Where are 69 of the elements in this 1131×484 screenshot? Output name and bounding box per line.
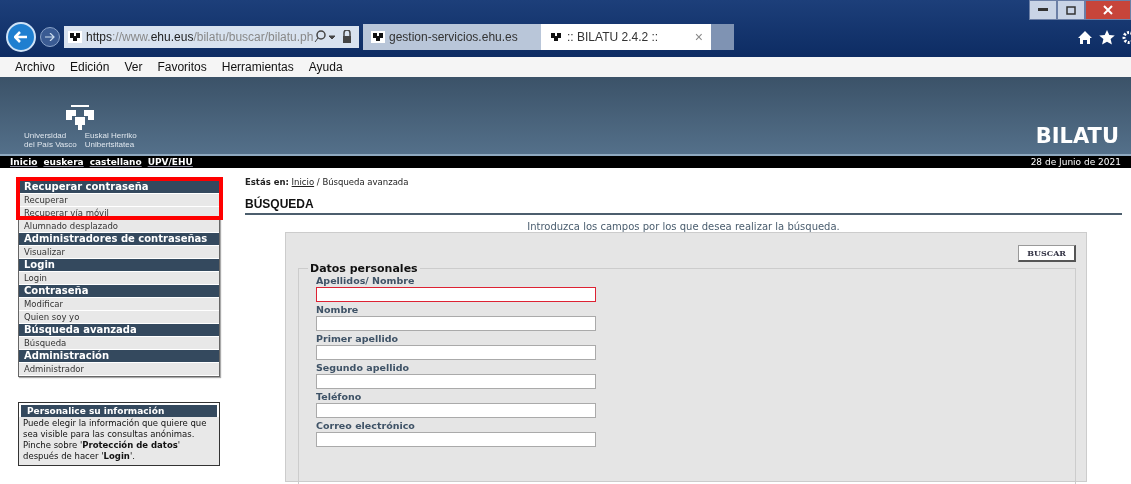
input-field[interactable]	[316, 374, 596, 389]
favicon-icon	[371, 31, 385, 43]
menu-section-header: Recuperar contraseña	[19, 181, 219, 194]
input-field[interactable]	[316, 345, 596, 360]
restore-button[interactable]	[1057, 0, 1085, 20]
menu-item[interactable]: Ver	[124, 60, 143, 74]
menu-item[interactable]: Archivo	[15, 60, 55, 74]
site-title: BILATU	[1035, 124, 1119, 148]
nav-link[interactable]: UPV/EHU	[147, 157, 193, 167]
date-text: 28 de Junio de 2021	[1030, 157, 1121, 167]
close-tab-button[interactable]: ×	[694, 29, 703, 45]
menu-section-header: Administradores de contraseñas	[19, 233, 219, 246]
menu-section-header: Búsqueda avanzada	[19, 324, 219, 337]
browser-tab[interactable]: :: BILATU 2.4.2 :: ×	[541, 24, 711, 50]
sidebar-item[interactable]: Login	[19, 272, 219, 285]
field-label: Apellidos/ Nombre	[316, 275, 416, 287]
sidebar-item[interactable]: Modificar	[19, 298, 219, 311]
browser-tab[interactable]: gestion-servicios.ehu.es	[363, 24, 541, 50]
intro-text: Introduzca los campos por los que desea realizar la búsqueda.	[526, 221, 841, 232]
nav-link[interactable]: Inicio	[10, 157, 38, 167]
back-button[interactable]	[6, 22, 36, 52]
back-arrow-icon	[14, 31, 28, 43]
university-logo-icon	[65, 105, 96, 131]
minimize-icon	[1038, 8, 1048, 12]
page-heading: BÚSQUEDA	[245, 197, 1122, 215]
home-icon[interactable]	[1077, 29, 1093, 45]
forward-button[interactable]	[40, 27, 60, 47]
settings-icon[interactable]	[1121, 29, 1131, 45]
field-label: Segundo apellido	[316, 362, 410, 374]
sidebar-item[interactable]: Alumnado desplazado	[19, 220, 219, 233]
logo-caption: Universidad del País Vasco	[24, 131, 77, 149]
menu-section-header: Administración	[19, 350, 219, 363]
sidebar-item[interactable]: Quien soy yo	[19, 311, 219, 324]
field-label: Correo electrónico	[316, 420, 416, 432]
sidebar-item[interactable]: Búsqueda	[19, 337, 219, 350]
sidebar-item[interactable]: Recuperar	[19, 194, 219, 207]
favicon-icon	[549, 31, 563, 43]
input-field[interactable]	[316, 403, 596, 418]
menu-section-header: Login	[19, 259, 219, 272]
info-box-title: Personalice su información	[19, 403, 219, 417]
menu-section-header: Contraseña	[19, 285, 219, 298]
input-field[interactable]	[316, 316, 596, 331]
star-icon[interactable]	[1099, 29, 1115, 45]
field-label: Nombre	[316, 304, 360, 316]
menu-item[interactable]: Ayuda	[308, 60, 343, 74]
fieldset-legend: Datos personales	[308, 262, 420, 275]
restore-icon	[1066, 5, 1076, 15]
breadcrumb: Estás en: Inicio / Búsqueda avanzada	[245, 177, 410, 187]
sidebar-item[interactable]: Visualizar	[19, 246, 219, 259]
input-field[interactable]	[316, 287, 596, 302]
breadcrumb-link[interactable]: Inicio	[291, 177, 315, 187]
nav-link[interactable]: euskera	[43, 157, 84, 167]
minimize-button[interactable]	[1029, 0, 1057, 20]
field-label: Teléfono	[316, 391, 363, 403]
forward-arrow-icon	[45, 33, 55, 41]
menu-item[interactable]: Edición	[70, 60, 110, 74]
menu-item[interactable]: Favoritos	[157, 60, 207, 74]
address-bar[interactable]: https://www.ehu.eus/bilatu/buscar/bilatu.ph	[64, 26, 359, 48]
input-field[interactable]	[316, 432, 596, 447]
search-button[interactable]: BUSCAR	[1018, 245, 1076, 262]
logo-caption: Euskal Herriko Unibertsitatea	[84, 131, 137, 149]
menu-item[interactable]: Herramientas	[221, 60, 294, 74]
favicon-icon	[68, 31, 82, 43]
close-icon	[1103, 5, 1113, 15]
nav-link[interactable]: castellano	[89, 157, 142, 167]
close-button[interactable]	[1085, 0, 1131, 20]
info-box-text: Puede elegir la información que quiere que sea visible para las consultas anónimas. Pinche sobre 'Protección de datos' después de hacer 'Login'.	[19, 417, 219, 465]
sidebar-item[interactable]: Administrador	[19, 363, 219, 376]
field-label: Primer apellido	[316, 333, 399, 345]
